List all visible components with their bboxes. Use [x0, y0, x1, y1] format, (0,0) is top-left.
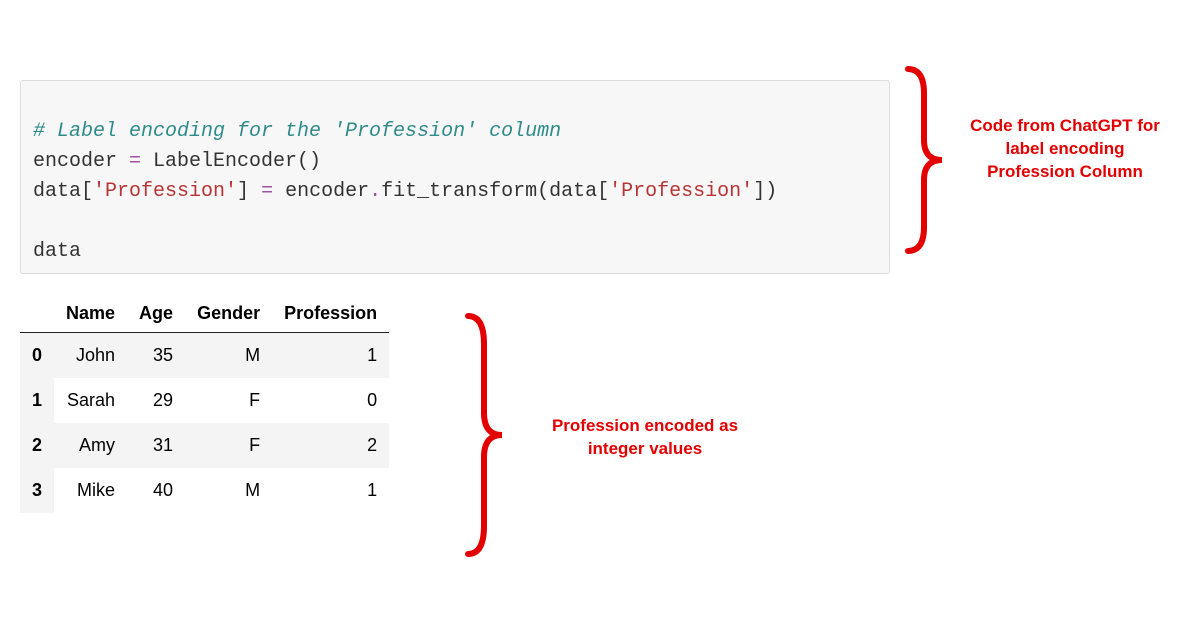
dataframe-table: Name Age Gender Profession 0 John 35 M 1… [20, 295, 389, 513]
table-row: 1 Sarah 29 F 0 [20, 378, 389, 423]
col-age: Age [127, 295, 185, 333]
cell-name: Amy [54, 423, 127, 468]
row-index: 3 [20, 468, 54, 513]
cell-name: Mike [54, 468, 127, 513]
cell-gender: M [185, 333, 272, 379]
brace-annotation-right [900, 65, 950, 255]
cell-profession: 1 [272, 333, 389, 379]
code-block: # Label encoding for the 'Profession' co… [20, 80, 890, 274]
table-row: 3 Mike 40 M 1 [20, 468, 389, 513]
brace-annotation-bottom [460, 310, 510, 560]
code-comment: # Label encoding for the 'Profession' co… [33, 120, 561, 143]
cell-gender: M [185, 468, 272, 513]
code-s2: 'Profession' [609, 180, 753, 203]
code-line2a: encoder [33, 150, 129, 173]
dataframe-output: Name Age Gender Profession 0 John 35 M 1… [20, 295, 460, 513]
table-row: 2 Amy 31 F 2 [20, 423, 389, 468]
cell-age: 29 [127, 378, 185, 423]
col-gender: Gender [185, 295, 272, 333]
code-line3a: data[ [33, 180, 93, 203]
code-fn: fit_transform(data[ [381, 180, 609, 203]
table-row: 0 John 35 M 1 [20, 333, 389, 379]
cell-age: 31 [127, 423, 185, 468]
col-profession: Profession [272, 295, 389, 333]
cell-profession: 2 [272, 423, 389, 468]
code-line3c: encoder [273, 180, 369, 203]
cell-name: Sarah [54, 378, 127, 423]
code-s1: 'Profession' [93, 180, 237, 203]
annotation-right: Code from ChatGPT for label encoding Pro… [960, 115, 1170, 184]
code-op3: = [261, 180, 273, 203]
code-dot: . [369, 180, 381, 203]
row-index: 2 [20, 423, 54, 468]
cell-gender: F [185, 378, 272, 423]
code-line2b: LabelEncoder() [141, 150, 321, 173]
cell-age: 35 [127, 333, 185, 379]
row-index: 0 [20, 333, 54, 379]
table-header-row: Name Age Gender Profession [20, 295, 389, 333]
row-index: 1 [20, 378, 54, 423]
cell-profession: 1 [272, 468, 389, 513]
code-line3b: ] [237, 180, 261, 203]
col-name: Name [54, 295, 127, 333]
table-corner [20, 295, 54, 333]
cell-age: 40 [127, 468, 185, 513]
cell-name: John [54, 333, 127, 379]
cell-profession: 0 [272, 378, 389, 423]
code-line5: data [33, 240, 81, 263]
annotation-bottom: Profession encoded as integer values [530, 415, 760, 461]
code-end: ]) [753, 180, 777, 203]
cell-gender: F [185, 423, 272, 468]
code-op2: = [129, 150, 141, 173]
